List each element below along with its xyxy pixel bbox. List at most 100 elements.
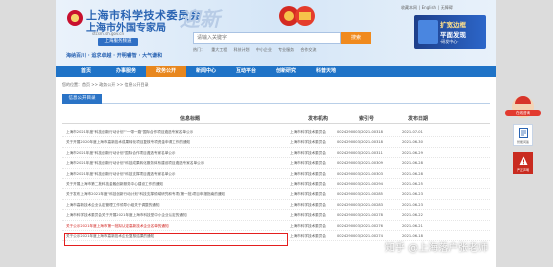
row-date: 2021-06-28: [402, 171, 423, 176]
table-row[interactable]: 关于开展2020年度上海市高新技术成果转化项目复核专项资金申请工作的通知 上海市…: [62, 137, 490, 148]
row-date: 2021-06-28: [402, 161, 423, 166]
row-title[interactable]: 关于公示2021年度上海市第一批拟认定高新技术企业名单的通知: [66, 221, 266, 231]
promo-line3: ·研发中心·: [440, 39, 459, 44]
hot-word-link[interactable]: 中小企业: [256, 47, 272, 52]
table-row-highlighted[interactable]: 关于公示2021年度上海市第一批拟认定高新技术企业名单的通知 上海市科学技术委员…: [62, 221, 490, 231]
panel-title[interactable]: 信息公开目录: [62, 94, 102, 104]
info-list: 上海市2021年度"科技创新行动计划""一带一路"国际合作项目遴选专家名单公示 …: [62, 127, 490, 242]
row-index: 0024290003/2021-00318: [337, 130, 383, 134]
table-row[interactable]: 关于发布上海市2021年度"科技创新行动计划"科技支撑领域研究和专项(第一批)项…: [62, 189, 490, 200]
row-title[interactable]: 上海市2021年度"科技创新行动计划"科技支撑项目遴选专家名单公示: [66, 169, 266, 179]
document-icon: [519, 128, 528, 138]
table-row[interactable]: 上海市高新技术企业认定管理工作领导小组关于调整的通知 上海市科学技术委员会 00…: [62, 200, 490, 211]
row-date: 2021-06-22: [402, 213, 423, 218]
row-date: 2021-06-25: [402, 181, 423, 186]
row-title[interactable]: 上海市2021年度"科技创新行动计划""一带一路"国际合作项目遴选专家名单公示: [66, 127, 266, 137]
row-index: 0024290003/2021-00303: [337, 171, 383, 176]
row-org: 上海市科学技术委员会: [290, 140, 326, 145]
nav-item-interaction[interactable]: 互动平台: [226, 66, 266, 77]
row-title[interactable]: 上海市高新技术企业认定管理工作领导小组关于调整的通知: [66, 200, 266, 210]
promo-line1: 扩宽边框: [440, 21, 466, 29]
zhihu-watermark: 知乎 @上海落户张老师: [385, 243, 489, 254]
hot-word-link[interactable]: 重大工程: [211, 47, 227, 52]
city-service-tag[interactable]: 上海服务频道: [98, 38, 138, 46]
row-title[interactable]: 上海市科学技术委员会关于开展2021年度上海市科技型中小企业认定的通知: [66, 210, 266, 220]
site-header: 上海市科学技术委员会 上海市外国专家局 stcsm.sh.gov.cn 上海服务…: [56, 0, 496, 66]
table-row[interactable]: 上海市2021年度"科技创新行动计划"国际合作项目遴选专家名单公示 上海市科学技…: [62, 148, 490, 159]
row-org: 上海市科学技术委员会: [290, 161, 326, 166]
table-row[interactable]: 关于开展上海市第二批科技金融创新服务中心建设工作的通知 上海市科学技术委员会 0…: [62, 179, 490, 190]
search-input[interactable]: [193, 32, 341, 44]
top-links: 收藏本网 | English | 无障碍: [401, 5, 453, 10]
row-org: 上海市科学技术委员会: [290, 213, 326, 218]
site-slogan: 海纳百川 · 追求卓越 · 开明睿智 · 大气谦和: [66, 53, 163, 59]
main-nav: 首页 办事服务 政务公开 新闻中心 互动平台 创新研究 科普天地: [56, 66, 496, 77]
statement-label: 严正声明: [516, 168, 529, 172]
bookmark-link[interactable]: 收藏本网: [401, 5, 417, 10]
row-org: 上海市科学技术委员会: [290, 181, 326, 186]
red-highlight-box: [64, 233, 288, 246]
table-row[interactable]: 上海市科学技术委员会关于开展2021年度上海市科技型中小企业认定的通知 上海市科…: [62, 210, 490, 221]
promo-line2: 平面发现: [440, 31, 466, 39]
row-title[interactable]: 关于发布上海市2021年度"科技创新行动计划"科技支撑领域研究和专项(第一批)项…: [66, 189, 266, 199]
statement-widget[interactable]: 严正声明: [513, 152, 533, 174]
smart-qa-label: 智能问答: [516, 140, 529, 144]
breadcrumb: 您的位置：首页 >> 政务公开 >> 信息公开目录: [62, 82, 149, 87]
table-row[interactable]: 上海市2021年度"科技创新行动计划"科技成果转化服务体系建设项目遴选专家名单公…: [62, 158, 490, 169]
promo-banner[interactable]: 扩宽边框 平面发现 ·研发中心·: [414, 15, 486, 49]
row-org: 上海市科学技术委员会: [290, 130, 326, 134]
hot-words: 热门： 重大工程 科技计划 中小企业 专业服务 合作交流: [193, 47, 321, 53]
row-org: 上海市科学技术委员会: [290, 223, 326, 228]
page-container: 上海市科学技术委员会 上海市外国专家局 stcsm.sh.gov.cn 上海服务…: [56, 0, 496, 267]
nav-item-home[interactable]: 首页: [66, 66, 106, 77]
promo-illustration-icon: [418, 20, 438, 44]
row-org: 上海市科学技术委员会: [290, 233, 326, 238]
row-org: 上海市科学技术委员会: [290, 150, 326, 155]
online-consult-tag[interactable]: 在线咨询: [505, 110, 541, 116]
row-title[interactable]: 关于开展2020年度上海市高新技术成果转化项目复核专项资金申请工作的通知: [66, 137, 266, 147]
nav-item-gov-affairs[interactable]: 政务公开: [146, 66, 186, 77]
row-date: 2021-06-23: [402, 192, 423, 197]
row-index: 0024290003/2021-00294: [337, 181, 383, 186]
search-button[interactable]: 搜索: [341, 32, 371, 44]
english-link[interactable]: English: [422, 5, 436, 10]
row-index: 0024290003/2021-00283: [337, 202, 383, 207]
hot-word-link[interactable]: 专业服务: [278, 47, 294, 52]
table-row[interactable]: 上海市2021年度"科技创新行动计划"科技支撑项目遴选专家名单公示 上海市科学技…: [62, 169, 490, 179]
row-index: 0024290003/2021-00278: [337, 213, 383, 218]
row-index: 0024290003/2021-00311: [337, 150, 383, 155]
column-header-title: 信息标题: [180, 116, 201, 122]
row-date: 2021-06-30: [402, 140, 423, 145]
panel-header: 信息公开目录: [62, 94, 490, 104]
row-index: 0024290003/2021-00285: [337, 192, 383, 197]
anniversary-badge-icon: [279, 6, 315, 26]
column-header-org: 发布机构: [308, 116, 329, 122]
nav-item-news[interactable]: 新闻中心: [186, 66, 226, 77]
row-index: 0024290003/2021-00276: [337, 223, 383, 228]
smart-qa-widget[interactable]: 智能问答: [513, 124, 533, 146]
nav-item-research[interactable]: 创新研究: [266, 66, 306, 77]
row-org: 上海市科学技术委员会: [290, 202, 326, 207]
column-header-date: 发布日期: [408, 116, 429, 122]
table-row[interactable]: 上海市2021年度"科技创新行动计划""一带一路"国际合作项目遴选专家名单公示 …: [62, 127, 490, 138]
row-org: 上海市科学技术委员会: [290, 192, 326, 197]
row-title[interactable]: 上海市2021年度"科技创新行动计划"科技成果转化服务体系建设项目遴选专家名单公…: [66, 158, 266, 168]
national-emblem-icon: [67, 10, 83, 26]
site-url: stcsm.sh.gov.cn: [92, 31, 125, 36]
hot-word-link[interactable]: 科技计划: [234, 47, 250, 52]
row-date: 2021-06-23: [402, 202, 423, 207]
warning-icon: [519, 156, 528, 165]
hot-words-label: 热门：: [193, 47, 205, 52]
row-title[interactable]: 关于开展上海市第二批科技金融创新服务中心建设工作的通知: [66, 179, 266, 189]
row-date: 2021-06-29: [402, 150, 423, 155]
row-index: 0024290003/2021-00318: [337, 140, 383, 145]
brush-calligraphy-logo: 迎新: [180, 7, 220, 31]
nav-item-science[interactable]: 科普天地: [306, 66, 346, 77]
row-title[interactable]: 上海市2021年度"科技创新行动计划"国际合作项目遴选专家名单公示: [66, 148, 266, 158]
nav-item-services[interactable]: 办事服务: [106, 66, 146, 77]
row-org: 上海市科学技术委员会: [290, 171, 326, 176]
hot-word-link[interactable]: 合作交流: [300, 47, 316, 52]
row-date: 2021-06-21: [402, 223, 423, 228]
row-index: 0024290003/2021-00309: [337, 161, 383, 166]
accessibility-link[interactable]: 无障碍: [441, 5, 453, 10]
